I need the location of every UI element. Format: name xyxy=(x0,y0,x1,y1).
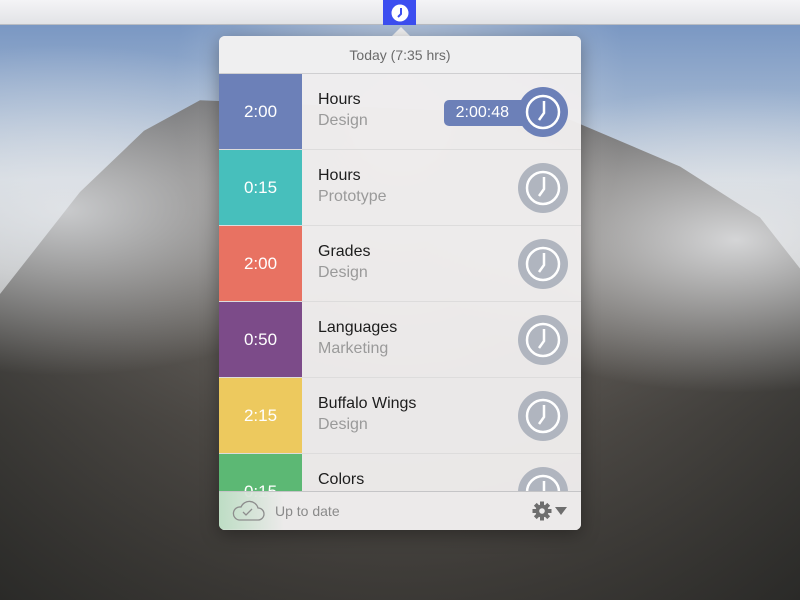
entry-subtitle: Marketing xyxy=(318,340,389,357)
entry-subtitle: Design xyxy=(318,112,368,129)
cloud-check-icon xyxy=(232,500,265,521)
gear-icon xyxy=(532,501,552,521)
clock-icon xyxy=(525,170,561,206)
entry-row[interactable]: 2:15 Buffalo Wings Design xyxy=(219,378,581,454)
entry-row[interactable]: 2:00 Grades Design xyxy=(219,226,581,302)
clock-icon xyxy=(525,246,561,282)
timer-toggle-button[interactable] xyxy=(518,239,568,289)
entry-duration: 2:00 xyxy=(219,226,302,301)
entry-duration: 2:00 xyxy=(219,74,302,149)
entry-title: Grades xyxy=(318,243,371,260)
popover: Today (7:35 hrs) 2:00 Hours Design 2:00:4… xyxy=(219,36,581,530)
entry-duration: 0:15 xyxy=(219,150,302,225)
entry-row[interactable]: 0:50 Languages Marketing xyxy=(219,302,581,378)
settings-button[interactable] xyxy=(532,501,567,521)
entry-title: Colors xyxy=(318,471,365,488)
clock-icon xyxy=(391,4,408,21)
entry-subtitle: Design xyxy=(318,416,368,433)
entry-title: Hours xyxy=(318,167,361,184)
entry-row[interactable]: 2:00 Hours Design 2:00:48 xyxy=(219,74,581,150)
footer: Up to date xyxy=(219,491,581,530)
timer-toggle-button[interactable] xyxy=(518,163,568,213)
sync-status: Up to date xyxy=(275,503,340,519)
timer-toggle-button[interactable] xyxy=(518,315,568,365)
timer-toggle-button[interactable] xyxy=(518,87,568,137)
entry-row[interactable]: 0:15 Hours Prototype xyxy=(219,150,581,226)
entry-title: Hours xyxy=(318,91,361,108)
clock-icon xyxy=(525,322,561,358)
entry-duration: 0:50 xyxy=(219,302,302,377)
popover-header: Today (7:35 hrs) xyxy=(219,36,581,74)
entry-title: Languages xyxy=(318,319,398,336)
entry-title: Buffalo Wings xyxy=(318,395,417,412)
chevron-down-icon xyxy=(555,507,567,515)
entry-subtitle: Prototype xyxy=(318,188,387,205)
timer-toggle-button[interactable] xyxy=(518,391,568,441)
clock-icon xyxy=(525,398,561,434)
entry-subtitle: Design xyxy=(318,264,368,281)
clock-icon xyxy=(525,94,561,130)
entry-duration: 2:15 xyxy=(219,378,302,453)
menubar-clock-button[interactable] xyxy=(383,0,416,25)
